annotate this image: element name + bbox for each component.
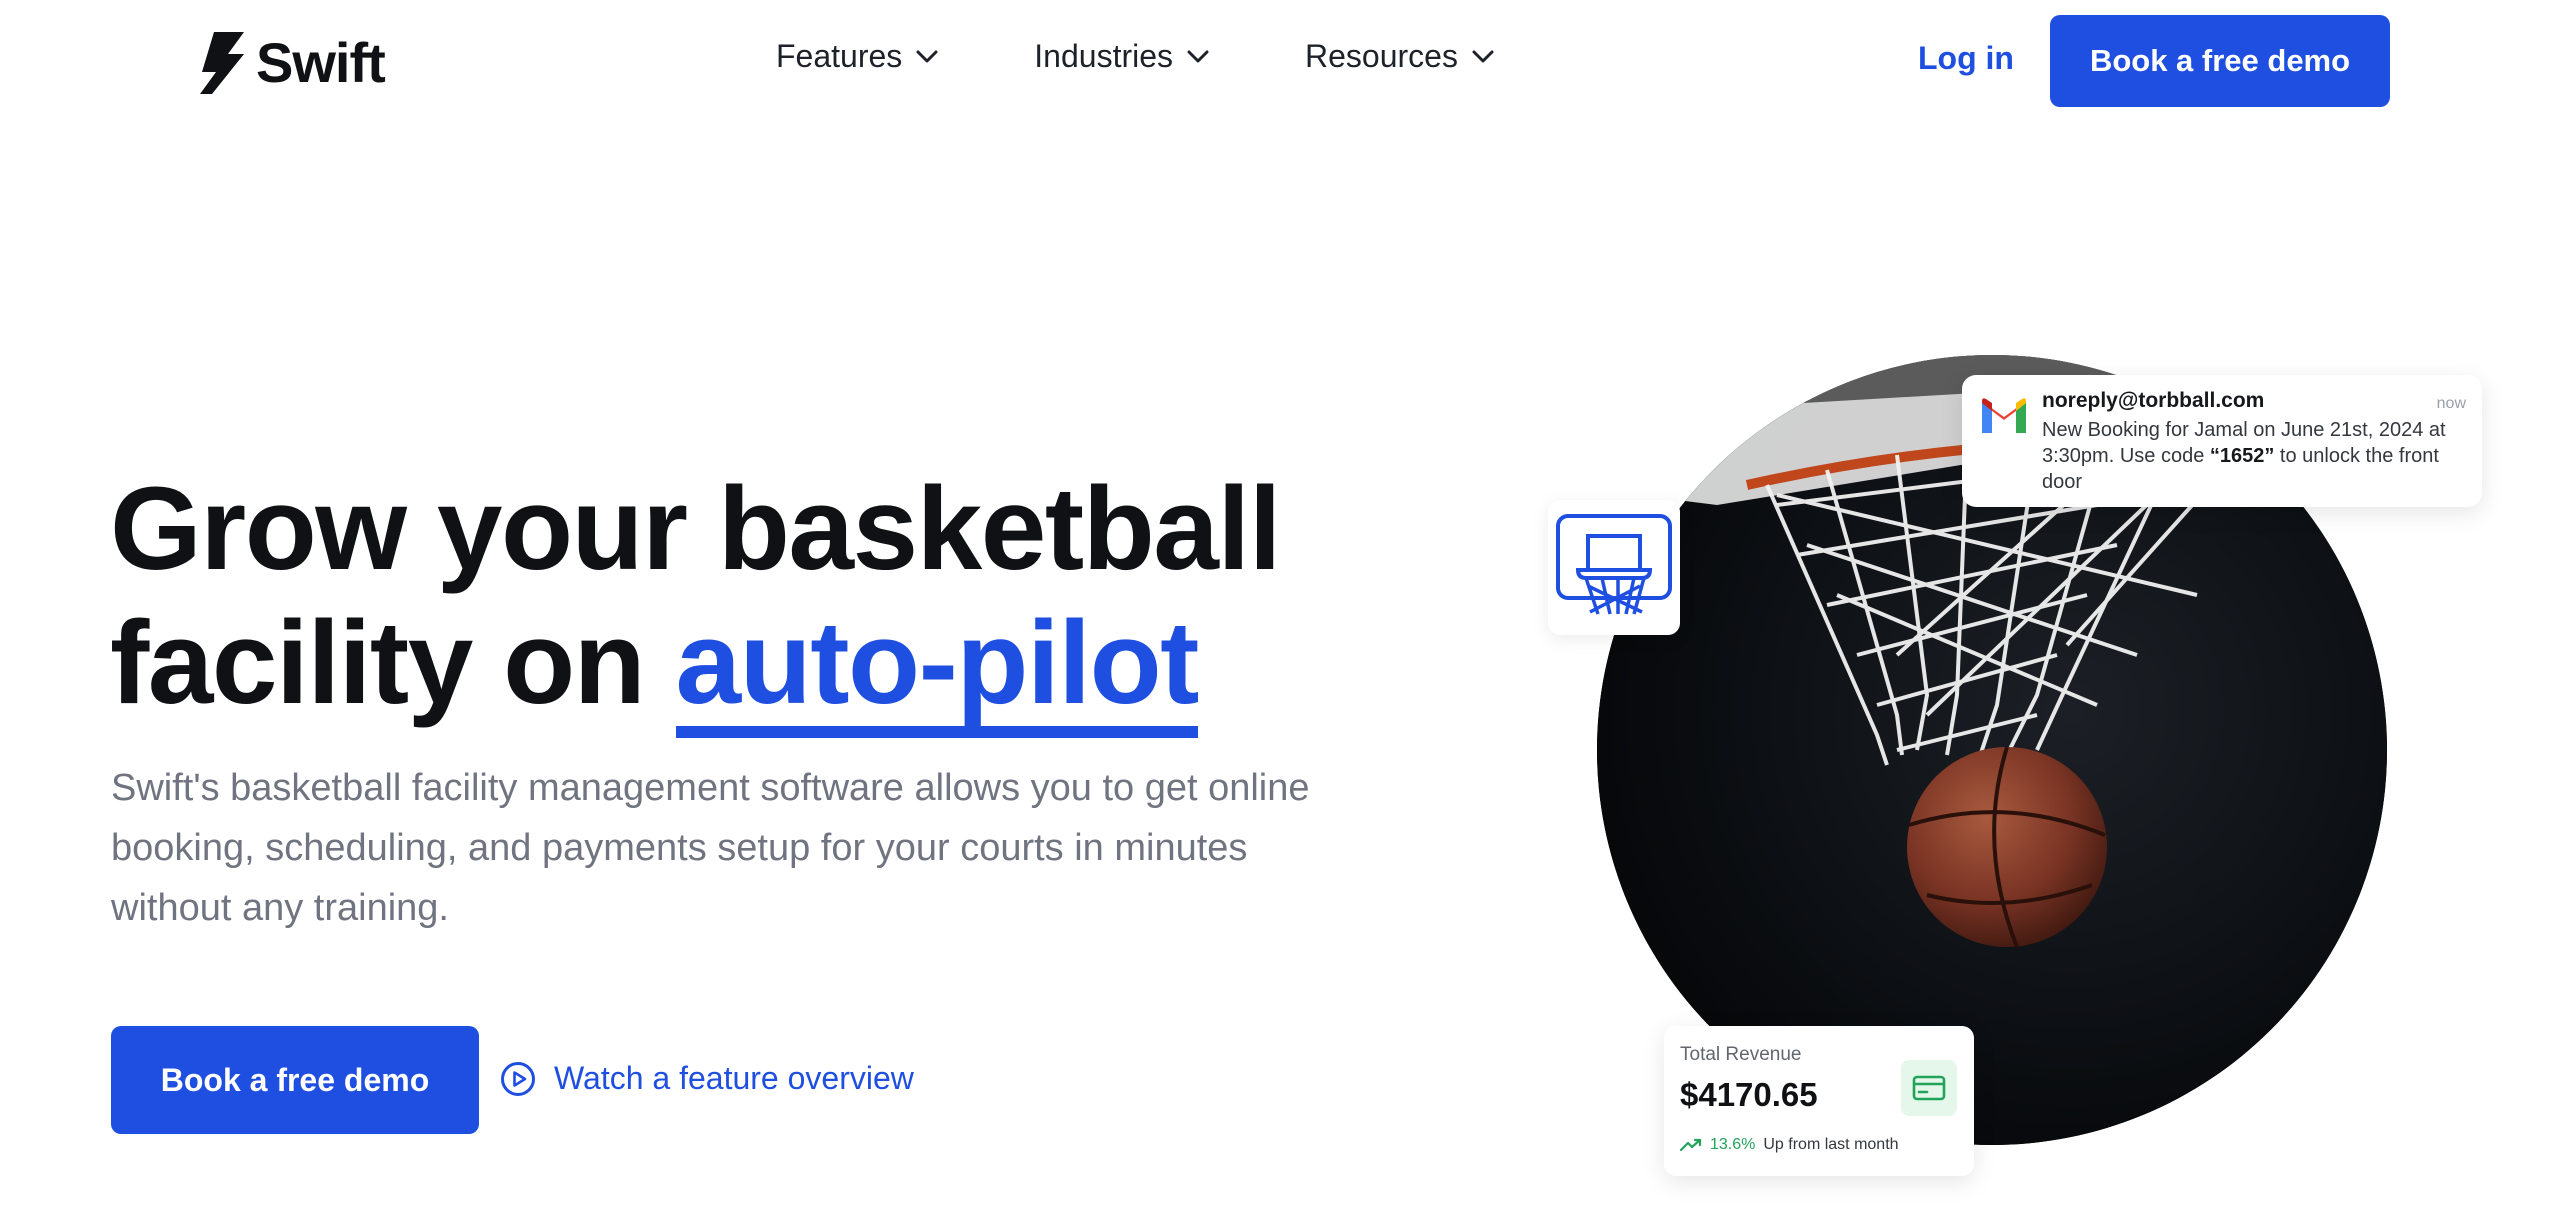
hoop-icon-card bbox=[1548, 500, 1680, 635]
chevron-down-icon bbox=[1187, 50, 1209, 62]
brand-logo[interactable]: Swift bbox=[200, 30, 386, 95]
basketball-hoop-icon bbox=[1556, 514, 1672, 615]
book-demo-button-nav[interactable]: Book a free demo bbox=[2050, 15, 2390, 107]
hero-description: Swift's basketball facility management s… bbox=[111, 767, 1310, 929]
revenue-change-text: Up from last month bbox=[1763, 1136, 1899, 1153]
watch-overview-link[interactable]: Watch a feature overview bbox=[500, 1060, 914, 1097]
nav-item-features[interactable]: Features bbox=[776, 38, 938, 75]
nav-item-label: Resources bbox=[1305, 38, 1458, 74]
top-navigation: Swift Features Industries Resources Log … bbox=[0, 0, 2560, 120]
revenue-card: Total Revenue $4170.65 13.6% Up from las… bbox=[1664, 1026, 1974, 1176]
nav-item-label: Industries bbox=[1034, 38, 1174, 74]
hero-heading-line1: Grow your basketball bbox=[110, 463, 1282, 595]
revenue-change-percent: 13.6% bbox=[1710, 1136, 1756, 1153]
nav-item-label: Features bbox=[776, 38, 903, 74]
nav-item-resources[interactable]: Resources bbox=[1305, 38, 1494, 75]
email-message: New Booking for Jamal on June 21st, 2024… bbox=[2042, 417, 2472, 495]
book-demo-button[interactable]: Book a free demo bbox=[111, 1026, 479, 1134]
chevron-down-icon bbox=[1472, 50, 1494, 62]
payment-card-icon bbox=[1901, 1060, 1957, 1116]
chevron-down-icon bbox=[916, 50, 938, 62]
brand-name: Swift bbox=[256, 31, 386, 94]
hero-heading: Grow your basketball facility on auto-pi… bbox=[110, 462, 1490, 738]
email-notification-card: noreply@torbball.com now New Booking for… bbox=[1962, 375, 2482, 507]
nav-menu: Features Industries Resources bbox=[776, 38, 1494, 75]
trend-up-icon bbox=[1680, 1138, 1702, 1152]
revenue-value: $4170.65 bbox=[1680, 1076, 1818, 1113]
nav-item-industries[interactable]: Industries bbox=[1034, 38, 1209, 75]
email-sender: noreply@torbball.com bbox=[2042, 389, 2265, 412]
revenue-label: Total Revenue bbox=[1680, 1044, 1802, 1065]
revenue-trend: 13.6% Up from last month bbox=[1680, 1136, 1899, 1154]
play-circle-icon bbox=[501, 1061, 535, 1096]
gmail-icon bbox=[1982, 398, 2026, 433]
watch-overview-label: Watch a feature overview bbox=[554, 1060, 914, 1096]
email-timestamp: now bbox=[2436, 395, 2466, 412]
hero-heading-line2: facility on bbox=[110, 597, 676, 729]
unlock-code: “1652” bbox=[2209, 445, 2275, 467]
swift-bolt-icon bbox=[200, 31, 244, 94]
hero-heading-accent: auto-pilot bbox=[675, 597, 1199, 738]
login-link[interactable]: Log in bbox=[1918, 40, 2014, 77]
